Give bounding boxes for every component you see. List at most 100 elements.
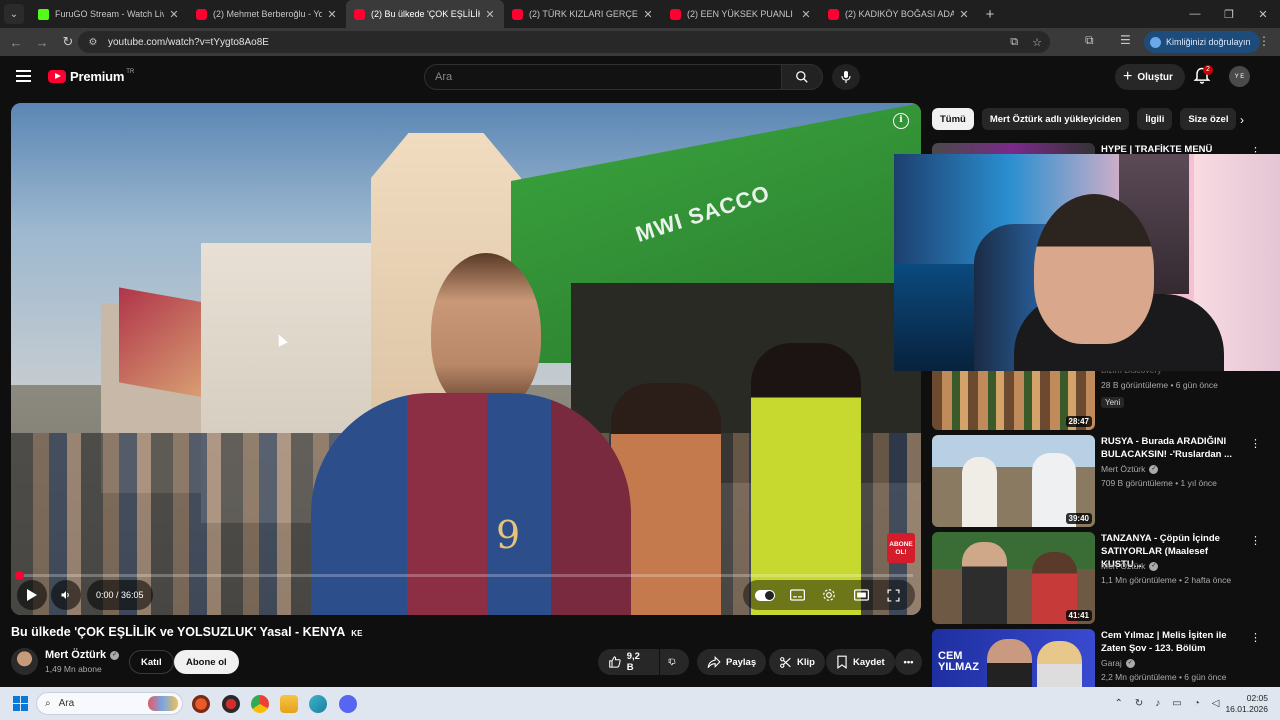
dislike-button[interactable]	[660, 649, 689, 675]
close-window-icon[interactable]: ✕	[1246, 0, 1280, 28]
recommendation-channel-row[interactable]: Mert Öztürk ✓	[1101, 561, 1159, 571]
theater-mode-button[interactable]	[845, 580, 877, 610]
network-icon[interactable]: ▭	[1172, 698, 1181, 709]
microphone-icon[interactable]: ♪	[1155, 698, 1160, 709]
volume-icon[interactable]: ◁	[1212, 698, 1220, 709]
scrubber-handle[interactable]	[15, 571, 24, 580]
browser-menu-icon[interactable]: ⋮	[1258, 34, 1270, 48]
cast-icon[interactable]: ⧉	[1010, 36, 1018, 49]
forward-icon[interactable]: →	[30, 30, 54, 54]
youtube-premium-logo[interactable]: Premium TR	[48, 69, 134, 84]
tab-search-chevron-icon[interactable]: ⌄	[4, 4, 24, 24]
recommendation-channel-row[interactable]: Garaj ✓	[1101, 658, 1135, 668]
channel-avatar[interactable]	[11, 648, 38, 675]
back-icon[interactable]: ←	[4, 30, 28, 54]
recommendation-channel[interactable]: Mert Öztürk	[1101, 464, 1145, 474]
recommendation-channel-row[interactable]: Mert Öztürk ✓	[1101, 464, 1159, 474]
discord-icon[interactable]	[339, 695, 357, 713]
close-icon[interactable]: ✕	[484, 8, 496, 21]
play-button[interactable]	[17, 580, 47, 610]
channel-name[interactable]: Mert Öztürk	[45, 649, 106, 661]
recommendation-item[interactable]: 28:47 Bizim Discovery 28 B görüntüleme •…	[932, 365, 1272, 431]
create-button[interactable]: + Oluştur	[1115, 64, 1185, 90]
video-thumbnail[interactable]: 41:41	[932, 532, 1095, 624]
recommendation-item[interactable]: 39:40 RUSYA - Burada ARADIĞINI BULACAKSI…	[932, 435, 1272, 527]
more-vertical-icon[interactable]: ⋮	[1250, 631, 1261, 644]
close-icon[interactable]: ✕	[800, 8, 812, 21]
subscribe-button[interactable]: Abone ol	[174, 650, 239, 674]
app-icon[interactable]	[309, 695, 327, 713]
tab-kick[interactable]: FuruGO Stream - Watch Live on ✕	[30, 0, 188, 28]
video-info-icon[interactable]: i	[893, 113, 909, 129]
close-icon[interactable]: ✕	[326, 8, 338, 21]
close-icon[interactable]: ✕	[168, 8, 180, 21]
recommendation-channel[interactable]: Garaj	[1101, 658, 1122, 668]
fullscreen-button[interactable]	[877, 580, 909, 610]
chrome-icon[interactable]	[251, 695, 269, 713]
volume-button[interactable]	[51, 580, 81, 610]
video-thumbnail[interactable]: 39:40	[932, 435, 1095, 527]
account-avatar[interactable]: Y E	[1229, 66, 1250, 87]
reload-icon[interactable]: ↻	[56, 30, 80, 54]
share-button[interactable]: Paylaş	[697, 649, 767, 675]
tab-youtube-4[interactable]: (2) TÜRK KIZLARI GERÇEKTEN ✕	[504, 0, 662, 28]
like-button[interactable]: 9,2 B	[598, 649, 659, 675]
channel-name-row[interactable]: Mert Öztürk ✓	[45, 649, 120, 661]
save-button[interactable]: Kaydet	[826, 649, 895, 675]
recommendation-item[interactable]: 41:41 TANZANYA - Çöpün İçinde SATIYORLAR…	[932, 532, 1272, 624]
reading-list-icon[interactable]: ☰	[1120, 33, 1131, 47]
tab-youtube-6[interactable]: (2) KADIKÖY BOĞASI ADANA Y ✕	[820, 0, 978, 28]
verify-identity-button[interactable]: Kimliğinizi doğrulayın	[1144, 31, 1260, 53]
chip-related[interactable]: İlgili	[1137, 108, 1173, 130]
subscribe-overlay-badge[interactable]: ABONE OL!	[887, 533, 915, 563]
minimize-icon[interactable]: —	[1178, 0, 1212, 28]
extensions-icon[interactable]: ⧉	[1085, 33, 1094, 48]
search-input[interactable]: Ara	[424, 64, 782, 90]
address-bar[interactable]: ⚙ youtube.com/watch?v=tYygto8Ao8E ⧉ ☆	[78, 31, 1050, 53]
tab-youtube-5[interactable]: (2) EEN YÜKSEK PUANLI RESTO ✕	[662, 0, 820, 28]
bookmark-icon	[837, 655, 847, 669]
close-icon[interactable]: ✕	[642, 8, 654, 21]
bookmark-star-icon[interactable]: ☆	[1032, 36, 1042, 49]
app-icon[interactable]	[192, 695, 210, 713]
subtitles-button[interactable]	[781, 580, 813, 610]
chevron-up-icon[interactable]: ⌃	[1114, 698, 1122, 709]
video-player[interactable]: MWI SACCO 9 i ABONE OL! 0:00 / 36:05	[11, 103, 921, 615]
chip-for-you[interactable]: Size özel	[1180, 108, 1237, 130]
autoplay-toggle[interactable]	[749, 580, 781, 610]
app-icon[interactable]	[222, 695, 240, 713]
more-vertical-icon[interactable]: ⋮	[1250, 534, 1261, 547]
search-icon	[796, 71, 808, 83]
windows-start-icon[interactable]	[13, 696, 28, 711]
chip-all[interactable]: Tümü	[932, 108, 974, 130]
maximize-icon[interactable]: ❐	[1212, 0, 1246, 28]
tab-youtube-2[interactable]: (2) Mehmet Berberoğlu - YouTu ✕	[188, 0, 346, 28]
voice-search-button[interactable]	[832, 64, 860, 90]
video-thumbnail[interactable]: CEM YILMAZ	[932, 629, 1095, 687]
recommendation-title[interactable]: Cem Yılmaz | Melis İşiten ile Zaten Şov …	[1101, 629, 1243, 655]
settings-button[interactable]	[813, 580, 845, 610]
join-button[interactable]: Katıl	[129, 650, 174, 674]
taskbar-search[interactable]: ⌕ Ara	[36, 692, 183, 715]
site-info-icon[interactable]: ⚙	[86, 35, 100, 49]
tab-youtube-active[interactable]: (2) Bu ülkede 'ÇOK EŞLİLİK ve Y ✕	[346, 0, 504, 28]
recommendation-channel[interactable]: Mert Öztürk	[1101, 561, 1145, 571]
more-actions-button[interactable]: •••	[895, 649, 922, 675]
file-explorer-icon[interactable]	[280, 695, 298, 713]
chevron-right-icon[interactable]: ›	[1232, 110, 1252, 130]
progress-bar[interactable]	[15, 571, 913, 580]
chip-from-uploader[interactable]: Mert Öztürk adlı yükleyiciden	[981, 108, 1130, 130]
taskbar-clock[interactable]: 02:05 16.01.2026	[1225, 693, 1268, 715]
wifi-icon[interactable]: ◔	[1194, 698, 1200, 709]
close-icon[interactable]: ✕	[958, 8, 970, 21]
clip-button[interactable]: Klip	[769, 649, 825, 675]
new-tab-button[interactable]: +	[978, 6, 1002, 23]
recommendation-item[interactable]: CEM YILMAZ Cem Yılmaz | Melis İşiten ile…	[932, 629, 1272, 687]
menu-icon[interactable]	[16, 70, 31, 82]
search-icon: ⌕	[45, 698, 51, 709]
video-thumbnail[interactable]: 28:47	[932, 371, 1095, 430]
app-tray-icon[interactable]: ↻	[1135, 698, 1143, 709]
more-vertical-icon[interactable]: ⋮	[1250, 437, 1261, 450]
recommendation-title[interactable]: RUSYA - Burada ARADIĞINI BULACAKSIN! -'R…	[1101, 435, 1243, 461]
search-button[interactable]	[781, 64, 823, 90]
